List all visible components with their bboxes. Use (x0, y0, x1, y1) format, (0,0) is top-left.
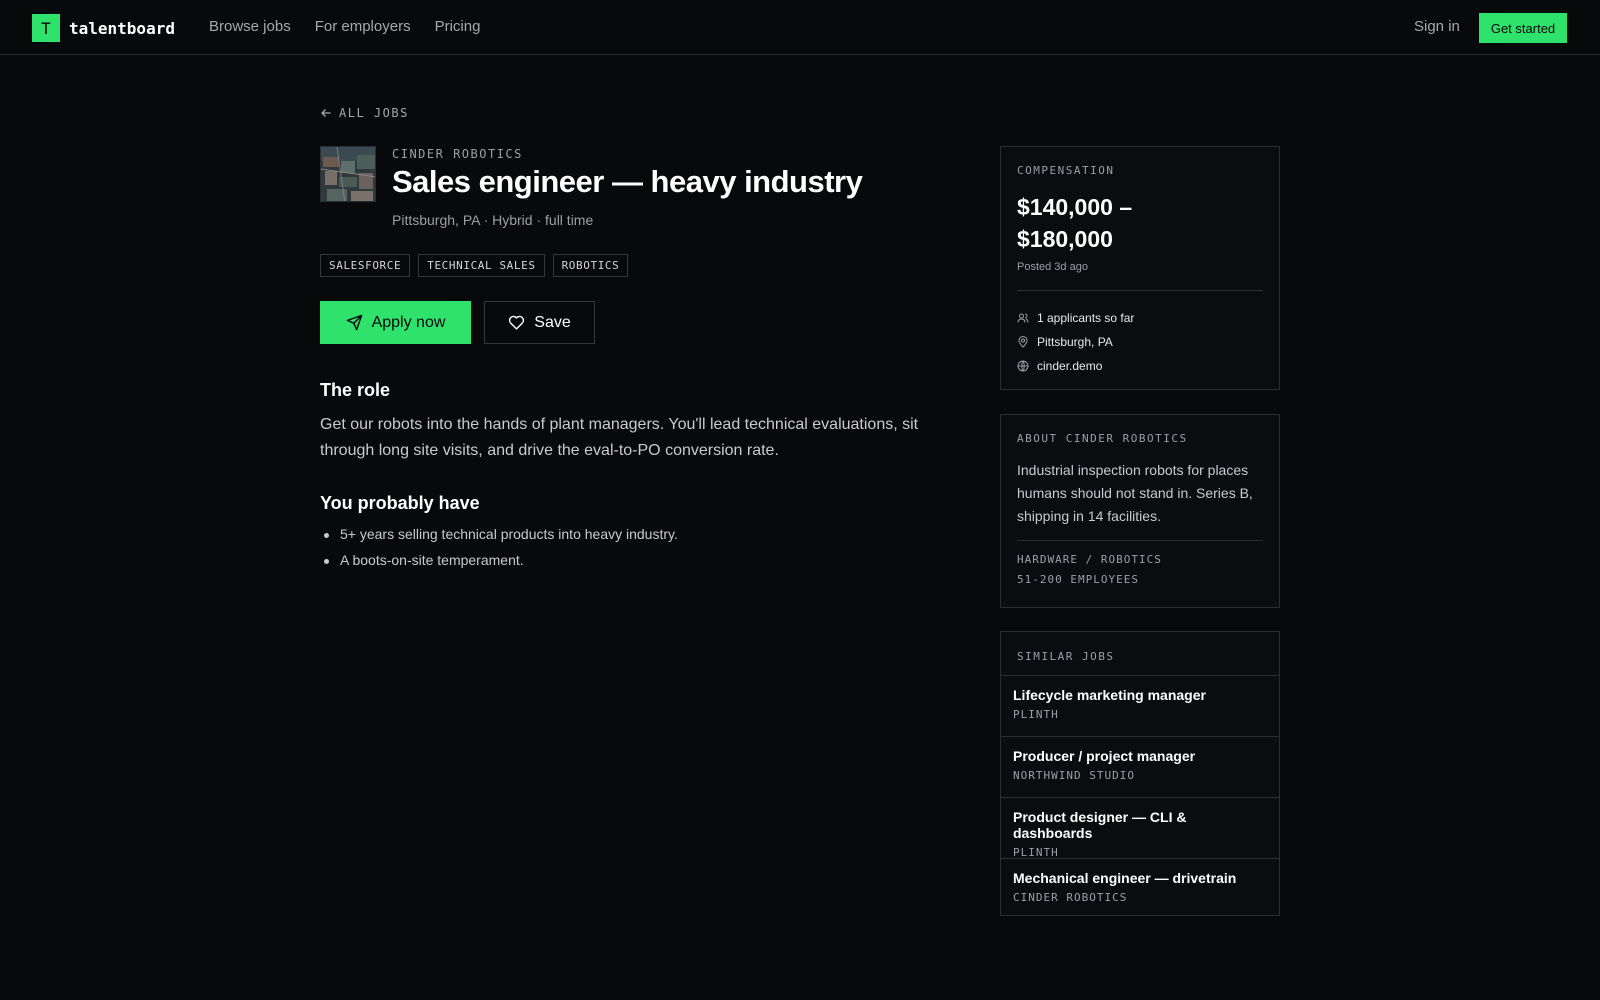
sign-in-link[interactable]: Sign in (1414, 18, 1460, 35)
apply-now-button[interactable]: Apply now (320, 301, 471, 344)
posted-time: Posted 3d ago (1017, 261, 1088, 273)
divider (1017, 290, 1263, 291)
list-item: 5+ years selling technical products into… (320, 526, 678, 552)
list-item: A boots-on-site temperament. (320, 552, 678, 578)
salary-range-line: $140,000 – (1017, 194, 1133, 220)
similar-job-item[interactable]: Product designer — CLI & dashboards PLIN… (1001, 797, 1279, 859)
nav-link-browse-jobs[interactable]: Browse jobs (209, 18, 291, 35)
role-description: Get our robots into the hands of plant m… (320, 416, 919, 459)
similar-job-title: Lifecycle marketing manager (1013, 687, 1206, 703)
nav-link-for-employers[interactable]: For employers (315, 18, 411, 35)
website-row[interactable]: cinder.demo (1017, 354, 1263, 378)
salary-range: $140,000 – $180,000 (1017, 191, 1263, 255)
divider (1017, 540, 1263, 541)
nav-links: Browse jobs For employers Pricing (209, 18, 480, 35)
logo[interactable]: T talentboard (32, 14, 175, 42)
globe-icon (1017, 360, 1029, 372)
requirements-heading: You probably have (320, 493, 480, 513)
company-size: 51-200 EMPLOYEES (1017, 573, 1139, 586)
similar-job-company: CINDER ROBOTICS (1013, 891, 1128, 904)
similar-jobs-card: SIMILAR JOBS Lifecycle marketing manager… (1000, 631, 1280, 916)
nav-link-pricing[interactable]: Pricing (435, 18, 481, 35)
website-link[interactable]: cinder.demo (1037, 359, 1102, 373)
similar-job-item[interactable]: Lifecycle marketing manager PLINTH (1001, 675, 1279, 736)
company-industry: HARDWARE / ROBOTICS (1017, 553, 1162, 566)
salary-range-line: $180,000 (1017, 226, 1113, 252)
send-icon (346, 314, 362, 331)
about-company-card: ABOUT CINDER ROBOTICS Industrial inspect… (1000, 414, 1280, 608)
get-started-button[interactable]: Get started (1479, 13, 1567, 43)
back-to-all-jobs-link[interactable]: ALL JOBS (320, 106, 409, 120)
role-heading: The role (320, 380, 391, 400)
logo-text: talentboard (69, 18, 175, 38)
location-text: Pittsburgh, PA (1037, 335, 1113, 349)
job-meta: Pittsburgh, PA · Hybrid · full time (392, 212, 594, 228)
location-row: Pittsburgh, PA (1017, 330, 1263, 354)
map-pin-icon (1018, 336, 1028, 348)
similar-job-company: PLINTH (1013, 708, 1059, 721)
compensation-card: COMPENSATION $140,000 – $180,000 Posted … (1000, 146, 1280, 390)
compensation-kicker: COMPENSATION (1017, 164, 1115, 177)
apply-label: Apply now (371, 313, 446, 331)
tag[interactable]: SALESFORCE (320, 254, 411, 277)
back-label: ALL JOBS (339, 106, 409, 120)
similar-jobs-kicker: SIMILAR JOBS (1017, 650, 1115, 663)
applicants-count: 1 applicants so far (1037, 311, 1135, 325)
similar-job-item[interactable]: Mechanical engineer — drivetrain CINDER … (1001, 858, 1279, 919)
logo-mark: T (32, 14, 60, 42)
company-thumbnail (320, 146, 376, 202)
about-kicker: ABOUT CINDER ROBOTICS (1017, 432, 1188, 445)
applicants-row: 1 applicants so far (1017, 306, 1263, 330)
tag[interactable]: ROBOTICS (552, 254, 629, 277)
similar-job-title: Mechanical engineer — drivetrain (1013, 870, 1237, 886)
job-title: Sales engineer — heavy industry (392, 164, 863, 199)
heart-icon (509, 315, 525, 330)
about-description: Industrial inspection robots for places … (1017, 462, 1253, 524)
similar-job-title: Product designer — CLI & dashboards (1013, 809, 1187, 841)
tag[interactable]: TECHNICAL SALES (418, 254, 545, 277)
similar-job-title: Producer / project manager (1013, 748, 1196, 764)
users-icon (1017, 313, 1029, 323)
save-label: Save (534, 313, 571, 331)
similar-job-company: NORTHWIND STUDIO (1013, 769, 1135, 782)
save-button[interactable]: Save (484, 301, 595, 344)
top-nav: T talentboard Browse jobs For employers … (0, 0, 1600, 55)
requirements-list: 5+ years selling technical products into… (320, 526, 678, 578)
similar-job-item[interactable]: Producer / project manager NORTHWIND STU… (1001, 736, 1279, 797)
arrow-left-icon (321, 109, 331, 117)
company-name[interactable]: CINDER ROBOTICS (392, 147, 523, 161)
skill-tags: SALESFORCE TECHNICAL SALES ROBOTICS (320, 254, 629, 277)
